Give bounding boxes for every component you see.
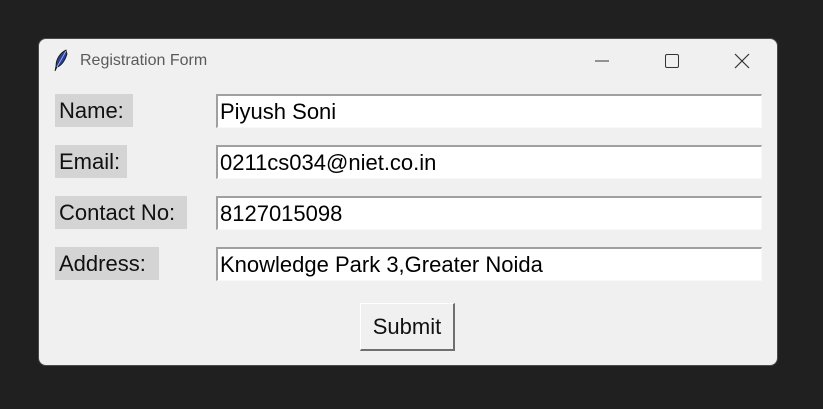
contact-field[interactable]	[216, 196, 762, 230]
contact-label: Contact No:	[55, 196, 187, 229]
minimize-button[interactable]	[579, 47, 625, 75]
close-button[interactable]	[719, 47, 765, 75]
name-field[interactable]	[216, 94, 762, 128]
close-icon	[734, 53, 750, 69]
feather-icon	[53, 49, 69, 73]
name-label: Name:	[55, 94, 133, 127]
title-bar[interactable]: Registration Form	[39, 39, 777, 83]
registration-window: Registration Form Name: Email: Contact N…	[38, 38, 778, 366]
email-label: Email:	[55, 145, 127, 178]
submit-button[interactable]: Submit	[360, 303, 455, 351]
address-label: Address:	[55, 247, 159, 280]
minimize-icon	[595, 60, 609, 62]
maximize-icon	[665, 54, 679, 68]
address-field[interactable]	[216, 247, 762, 281]
maximize-button[interactable]	[649, 47, 695, 75]
email-field[interactable]	[216, 145, 762, 179]
window-title: Registration Form	[80, 52, 208, 69]
